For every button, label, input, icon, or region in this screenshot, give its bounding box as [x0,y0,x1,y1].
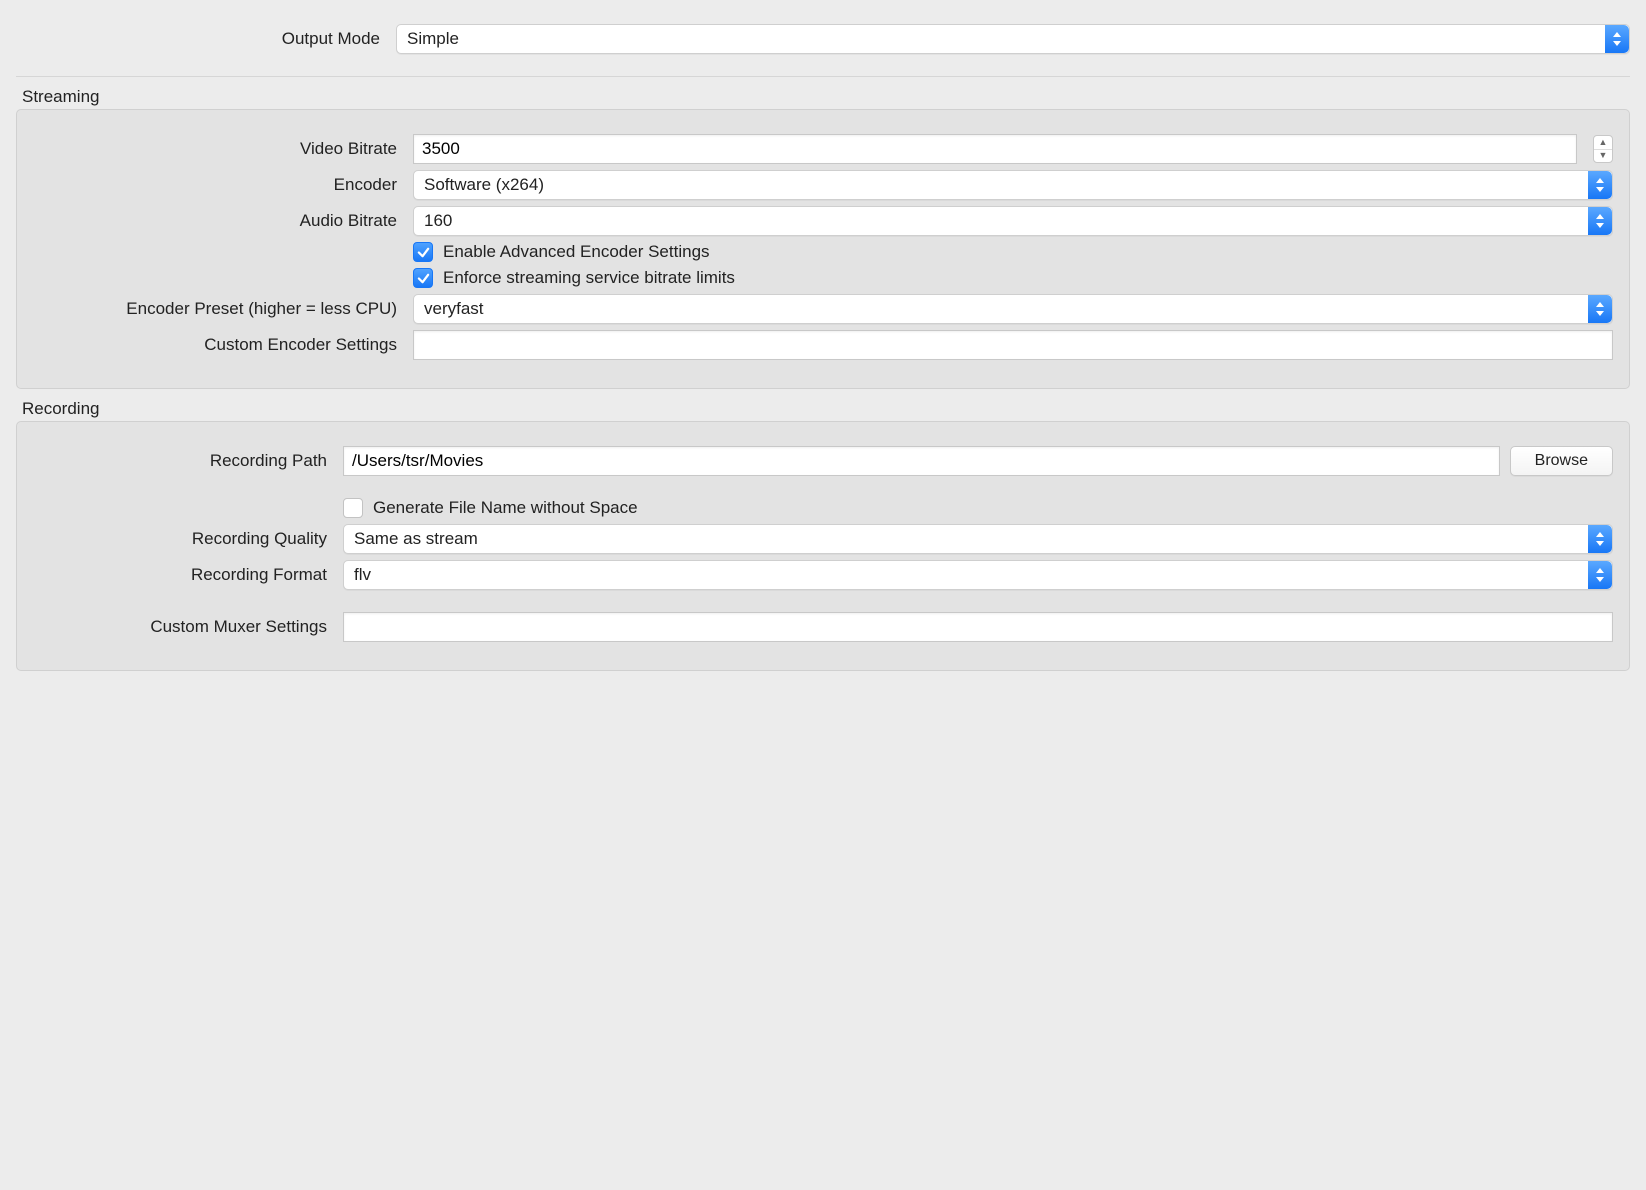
video-bitrate-stepper[interactable]: ▲ ▼ [1593,135,1613,163]
chevron-updown-icon [1588,171,1612,199]
streaming-section-title: Streaming [22,87,1630,107]
custom-encoder-settings-input[interactable] [413,330,1613,360]
enforce-bitrate-limits-checkbox[interactable] [413,268,433,288]
encoder-preset-value: veryfast [424,299,484,319]
generate-filename-no-space-checkbox[interactable] [343,498,363,518]
recording-format-select[interactable]: flv [343,560,1613,590]
chevron-updown-icon [1605,25,1629,53]
chevron-updown-icon [1588,525,1612,553]
recording-format-label: Recording Format [33,565,343,585]
stepper-down-icon[interactable]: ▼ [1594,150,1612,163]
chevron-updown-icon [1588,561,1612,589]
recording-quality-select[interactable]: Same as stream [343,524,1613,554]
recording-section: Recording Path Browse Generate File Name… [16,421,1630,671]
audio-bitrate-value: 160 [424,211,452,231]
enforce-bitrate-limits-label: Enforce streaming service bitrate limits [443,268,735,288]
recording-path-label: Recording Path [33,451,343,471]
streaming-encoder-value: Software (x264) [424,175,544,195]
recording-section-title: Recording [22,399,1630,419]
enable-advanced-encoder-label: Enable Advanced Encoder Settings [443,242,710,262]
encoder-preset-label: Encoder Preset (higher = less CPU) [33,299,413,319]
recording-quality-label: Recording Quality [33,529,343,549]
stepper-up-icon[interactable]: ▲ [1594,136,1612,150]
audio-bitrate-label: Audio Bitrate [33,211,413,231]
custom-encoder-settings-label: Custom Encoder Settings [33,335,413,355]
streaming-encoder-select[interactable]: Software (x264) [413,170,1613,200]
recording-quality-value: Same as stream [354,529,478,549]
enable-advanced-encoder-checkbox[interactable] [413,242,433,262]
streaming-section: Video Bitrate ▲ ▼ Encoder Software (x264… [16,109,1630,389]
chevron-updown-icon [1588,295,1612,323]
recording-path-input[interactable] [343,446,1500,476]
encoder-preset-select[interactable]: veryfast [413,294,1613,324]
divider [16,76,1630,77]
audio-bitrate-select[interactable]: 160 [413,206,1613,236]
generate-filename-no-space-label: Generate File Name without Space [373,498,638,518]
output-mode-label: Output Mode [16,29,396,49]
output-mode-value: Simple [407,29,459,49]
custom-muxer-settings-input[interactable] [343,612,1613,642]
recording-format-value: flv [354,565,371,585]
browse-button[interactable]: Browse [1510,446,1613,476]
video-bitrate-input[interactable] [413,134,1577,164]
streaming-encoder-label: Encoder [33,175,413,195]
video-bitrate-label: Video Bitrate [33,139,413,159]
output-mode-select[interactable]: Simple [396,24,1630,54]
chevron-updown-icon [1588,207,1612,235]
custom-muxer-settings-label: Custom Muxer Settings [33,617,343,637]
